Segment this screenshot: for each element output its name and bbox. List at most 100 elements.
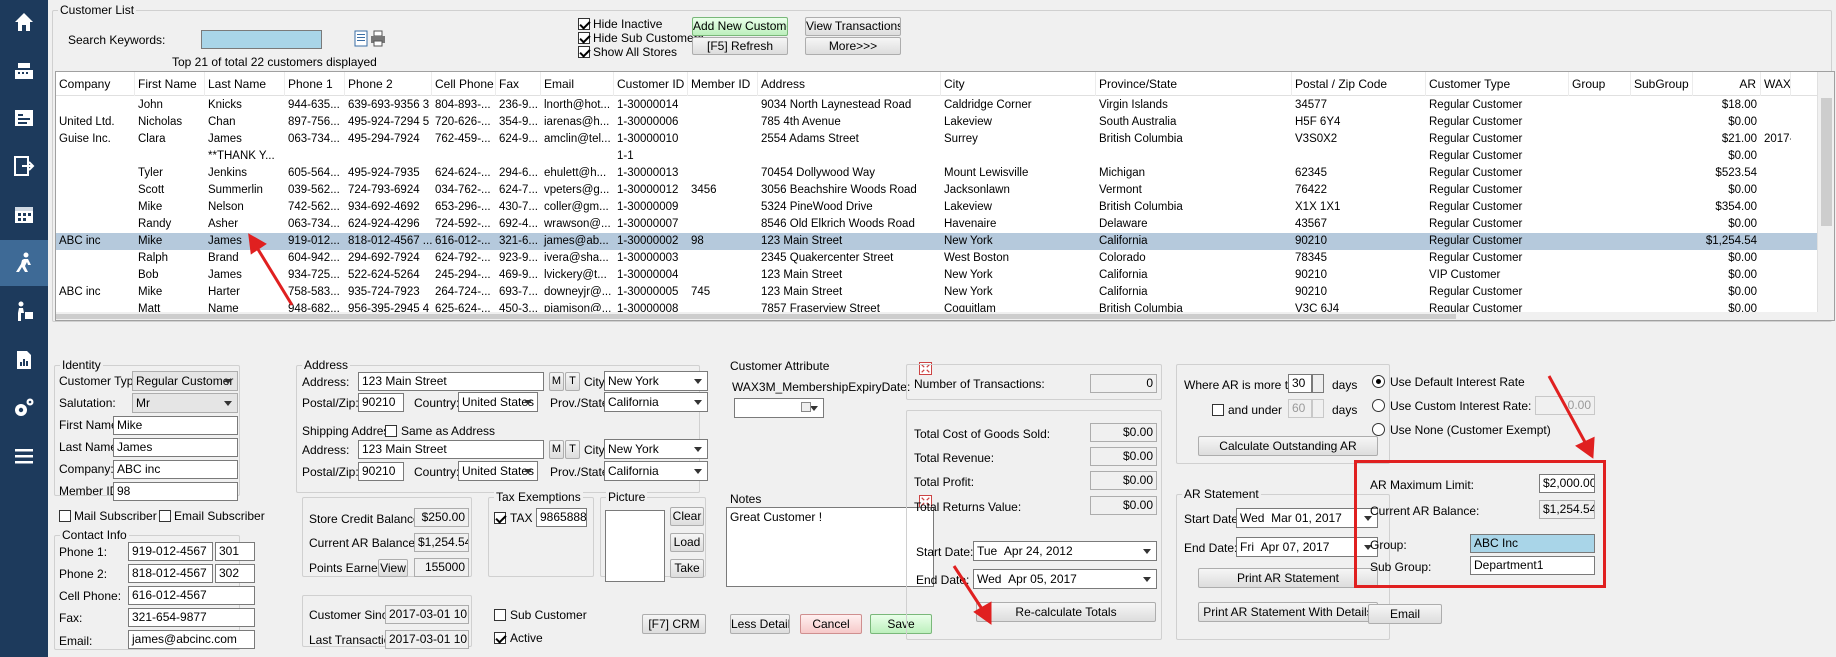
shipping-city-dropdown[interactable]: New York <box>604 439 708 459</box>
column-header[interactable]: Last Name <box>205 72 285 96</box>
shipping-prov-dropdown[interactable]: California <box>604 461 708 481</box>
column-header[interactable]: Company <box>56 72 135 96</box>
column-header[interactable]: Email <box>541 72 614 96</box>
and-under-checkbox[interactable] <box>1212 404 1224 416</box>
phone1-field[interactable]: 919-012-4567 <box>128 542 213 561</box>
ar-under-field[interactable]: 60 <box>1288 399 1312 418</box>
column-header[interactable]: SubGroup <box>1631 72 1693 96</box>
postal-field[interactable]: 90210 <box>358 393 404 412</box>
table-row[interactable]: United Ltd. Nicholas Chan 897-756... 495-924… <box>56 114 1819 131</box>
fax-field[interactable]: 321-654-9877 <box>128 608 255 627</box>
column-header[interactable]: Group <box>1569 72 1631 96</box>
email-subscriber-checkbox[interactable] <box>159 510 171 522</box>
column-header[interactable]: Address <box>758 72 941 96</box>
more-button[interactable]: More>>> <box>805 37 901 55</box>
picture-clear-button[interactable]: Clear <box>670 507 704 526</box>
horizontal-scroll-thumb[interactable] <box>56 314 1456 319</box>
delivery-icon[interactable] <box>0 292 48 332</box>
vertical-scroll-thumb[interactable] <box>1821 98 1832 226</box>
table-row[interactable]: Guise Inc. Clara James 063-734... 495-294-79… <box>56 131 1819 148</box>
horizontal-scrollbar[interactable] <box>56 312 1819 320</box>
exit-icon[interactable] <box>0 146 48 186</box>
show-all-stores-checkbox[interactable] <box>578 46 590 58</box>
table-row[interactable]: Tyler Jenkins 605-564... 495-924-7935 624-62… <box>56 165 1819 182</box>
reports-icon[interactable] <box>0 340 48 380</box>
calendar-icon[interactable] <box>0 194 48 234</box>
cancel-button[interactable]: Cancel <box>800 614 862 634</box>
home-icon[interactable] <box>0 2 48 42</box>
company-field[interactable]: ABC inc <box>113 460 238 479</box>
column-header[interactable]: Cell Phone <box>432 72 496 96</box>
less-detail-button[interactable]: Less Detail <box>730 614 790 634</box>
address-m-button[interactable]: M <box>549 372 564 391</box>
default-interest-radio[interactable] <box>1372 375 1385 388</box>
email-statement-button[interactable]: Email <box>1368 604 1442 624</box>
table-row[interactable]: Mike Nelson 742-562... 934-692-4692 653-296-… <box>56 199 1819 216</box>
table-row[interactable]: Ralph Brand 604-942... 294-692-7924 624-792-… <box>56 250 1819 267</box>
custom-interest-radio[interactable] <box>1372 399 1385 412</box>
country-dropdown[interactable]: United States <box>458 392 538 412</box>
salutation-dropdown[interactable]: Mr <box>132 393 238 413</box>
table-row[interactable]: ABC inc Mike James 919-012... 818-012-4567 .… <box>56 233 1819 250</box>
view-transactions-button[interactable]: View Transactions <box>805 17 901 36</box>
print-ar-statement-button[interactable]: Print AR Statement <box>1198 568 1378 588</box>
same-as-address-checkbox[interactable] <box>385 425 397 437</box>
hide-sub-customers-checkbox[interactable] <box>578 32 590 44</box>
picture-take-button[interactable]: Take <box>670 559 704 578</box>
vertical-scrollbar[interactable] <box>1817 72 1834 320</box>
table-row[interactable]: Scott Summerlin 039-562... 724-793-6924 034-… <box>56 182 1819 199</box>
points-view-button[interactable]: View <box>378 559 408 577</box>
phone1-ext-field[interactable]: 301 <box>215 542 255 561</box>
crm-button[interactable]: [F7] CRM <box>642 614 706 634</box>
column-header[interactable]: Customer Type <box>1426 72 1569 96</box>
address-field[interactable]: 123 Main Street <box>358 372 544 391</box>
print-ar-statement-details-button[interactable]: Print AR Statement With Details <box>1198 602 1378 622</box>
invoice-icon[interactable] <box>0 98 48 138</box>
first-name-field[interactable]: Mike <box>113 416 238 435</box>
custom-interest-field[interactable]: 0.00 <box>1535 396 1595 415</box>
shipping-postal-field[interactable]: 90210 <box>358 462 404 481</box>
refresh-button[interactable]: [F5] Refresh <box>692 37 788 55</box>
hide-inactive-checkbox[interactable] <box>578 18 590 30</box>
shipping-country-dropdown[interactable]: United States <box>458 461 538 481</box>
last-name-field[interactable]: James <box>113 438 238 457</box>
tax-exempt-checkbox[interactable] <box>494 512 506 524</box>
column-header[interactable]: City <box>941 72 1096 96</box>
table-row[interactable]: **THANK Y... 1-1 Regular Customer $0.00 <box>56 148 1819 165</box>
search-input[interactable] <box>201 30 322 49</box>
notes-textarea[interactable]: Great Customer ! <box>726 507 934 587</box>
table-row[interactable]: John Knicks 944-635... 639-693-9356 3 804-89… <box>56 97 1819 114</box>
calculate-outstanding-ar-button[interactable]: Calculate Outstanding AR <box>1198 436 1378 456</box>
totals-end-date-picker[interactable]: Wed Apr 05, 2017 <box>973 569 1157 589</box>
email-field[interactable]: james@abcinc.com <box>128 630 255 649</box>
recalculate-totals-button[interactable]: Re-calculate Totals <box>976 602 1156 622</box>
prov-dropdown[interactable]: California <box>604 392 708 412</box>
table-row[interactable]: Randy Asher 063-734... 624-924-4296 724-592-… <box>56 216 1819 233</box>
column-header[interactable]: AR <box>1693 72 1761 96</box>
picture-load-button[interactable]: Load <box>670 533 704 552</box>
mail-subscriber-checkbox[interactable] <box>59 510 71 522</box>
member-id-field[interactable]: 98 <box>113 482 238 501</box>
column-header[interactable]: Phone 1 <box>285 72 345 96</box>
city-dropdown[interactable]: New York <box>604 371 708 391</box>
phone2-ext-field[interactable]: 302 <box>215 564 255 583</box>
settings-icon[interactable] <box>0 388 48 428</box>
customer-type-dropdown[interactable]: Regular Customer <box>132 371 238 391</box>
totals-start-date-picker[interactable]: Tue Apr 24, 2012 <box>973 541 1157 561</box>
shipping-address-field[interactable]: 123 Main Street <box>358 440 544 459</box>
column-header[interactable]: Phone 2 <box>345 72 432 96</box>
ar-more-than-spinner[interactable] <box>1312 374 1324 393</box>
customer-grid[interactable]: Company First Name Last Name Phone 1 Phone 2… <box>55 71 1835 321</box>
active-checkbox[interactable] <box>494 632 506 644</box>
column-header[interactable]: First Name <box>135 72 205 96</box>
customers-icon[interactable] <box>0 240 48 286</box>
ar-under-spinner[interactable] <box>1312 399 1324 418</box>
column-header[interactable]: WAX3 <box>1761 72 1791 96</box>
cash-register-icon[interactable] <box>0 50 48 90</box>
cell-phone-field[interactable]: 616-012-4567 <box>128 586 255 605</box>
sub-customer-checkbox[interactable] <box>494 609 506 621</box>
tax-exemption-number[interactable]: 9865888 <box>536 508 587 527</box>
table-row[interactable]: ABC inc Mike Harter 758-583... 935-724-7923 2… <box>56 284 1819 301</box>
column-header[interactable]: Postal / Zip Code <box>1292 72 1426 96</box>
shipping-t-button[interactable]: T <box>565 440 580 459</box>
